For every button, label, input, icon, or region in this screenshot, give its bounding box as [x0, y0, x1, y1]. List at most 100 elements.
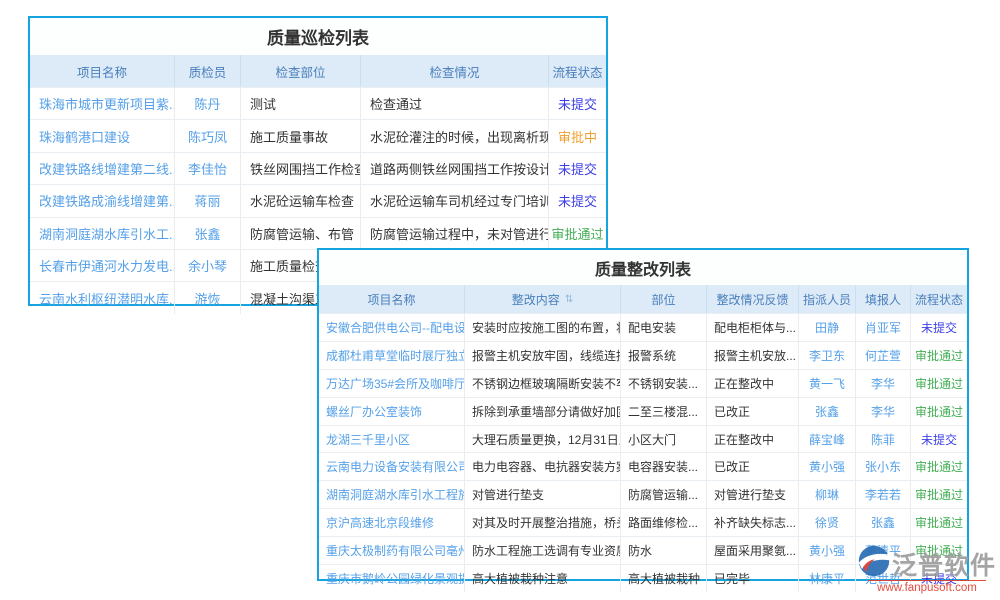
status-badge: 审批通过	[911, 453, 967, 480]
status-badge: 未提交	[549, 153, 606, 184]
project-link[interactable]: 云南水利枢纽潜明水库...	[30, 282, 175, 313]
part-cell: 防腐管运输、布管	[241, 218, 361, 249]
part-cell: 二至三楼混...	[621, 398, 707, 425]
assignee-link[interactable]: 李卫东	[799, 342, 856, 369]
assignee-link[interactable]: 黄一飞	[799, 370, 856, 397]
part-cell: 施工质量事故	[241, 120, 361, 151]
assignee-link[interactable]: 徐贤	[799, 509, 856, 536]
part-cell: 配电安装	[621, 314, 707, 341]
status-badge: 未提交	[911, 426, 967, 453]
situation-cell: 检查通过	[361, 88, 549, 119]
sort-icon[interactable]: ⇅	[565, 294, 573, 305]
feedback-cell: 报警主机安放...	[707, 342, 799, 369]
content-cell: 电力电容器、电抗器安装方案,...	[465, 453, 621, 480]
project-link[interactable]: 湖南洞庭湖水库引水工程施工标	[319, 481, 465, 508]
table-row: 万达广场35#会所及咖啡厅空...不锈钢边框玻璃隔断安装不牢...不锈钢安装..…	[319, 369, 967, 397]
project-link[interactable]: 安徽合肥供电公司--配电设备...	[319, 314, 465, 341]
header-situation: 检查情况	[361, 55, 549, 87]
project-link[interactable]: 珠海鹤港口建设	[30, 120, 175, 151]
reporter-link[interactable]: 李华	[856, 398, 911, 425]
project-link[interactable]: 重庆太极制药有限公司亳州中...	[319, 537, 465, 564]
assignee-link[interactable]: 柳琳	[799, 481, 856, 508]
assignee-link[interactable]: 薛宝峰	[799, 426, 856, 453]
assignee-link[interactable]: 黄小强	[799, 453, 856, 480]
part-cell: 报警系统	[621, 342, 707, 369]
feedback-cell: 正在整改中	[707, 370, 799, 397]
table-row: 珠海市城市更新项目紫...陈丹测试检查通过未提交	[30, 87, 606, 119]
inspector-link[interactable]: 游恢	[175, 282, 241, 313]
feedback-cell: 正在整改中	[707, 426, 799, 453]
header-status: 流程状态	[549, 55, 606, 87]
status-badge: 审批通过	[911, 481, 967, 508]
inspector-link[interactable]: 余小琴	[175, 250, 241, 281]
inspector-link[interactable]: 李佳怡	[175, 153, 241, 184]
assignee-link[interactable]: 田静	[799, 314, 856, 341]
table-row: 珠海鹤港口建设陈巧凤施工质量事故水泥砼灌注的时候，出现离析现象审批中	[30, 119, 606, 151]
status-badge: 未提交	[549, 88, 606, 119]
inspector-link[interactable]: 陈巧凤	[175, 120, 241, 151]
project-link[interactable]: 万达广场35#会所及咖啡厅空...	[319, 370, 465, 397]
feedback-cell: 已完毕	[707, 565, 799, 592]
status-badge: 未提交	[911, 314, 967, 341]
project-link[interactable]: 珠海市城市更新项目紫...	[30, 88, 175, 119]
rectification-table-title: 质量整改列表	[319, 250, 967, 285]
project-link[interactable]: 重庆市鹅岭公园绿化景观提升...	[319, 565, 465, 592]
status-badge: 审批通过	[911, 398, 967, 425]
project-link[interactable]: 螺丝厂办公室装饰	[319, 398, 465, 425]
table-row: 云南电力设备安装有限公司20...电力电容器、电抗器安装方案,...电容器安装.…	[319, 452, 967, 480]
part-cell: 电容器安装...	[621, 453, 707, 480]
table-row: 湖南洞庭湖水库引水工...张鑫防腐管运输、布管防腐管运输过程中，未对管进行...…	[30, 217, 606, 249]
header-part: 部位	[621, 285, 707, 313]
assignee-link[interactable]: 张鑫	[799, 398, 856, 425]
content-cell: 防水工程施工选调有专业资质...	[465, 537, 621, 564]
part-cell: 铁丝网围挡工作检查	[241, 153, 361, 184]
table-row: 螺丝厂办公室装饰拆除到承重墙部分请做好加固...二至三楼混...已改正张鑫李华审…	[319, 397, 967, 425]
project-link[interactable]: 长春市伊通河水力发电...	[30, 250, 175, 281]
project-link[interactable]: 湖南洞庭湖水库引水工...	[30, 218, 175, 249]
status-badge: 审批中	[549, 120, 606, 151]
project-link[interactable]: 京沪高速北京段维修	[319, 509, 465, 536]
situation-cell: 水泥砼灌注的时候，出现离析现象	[361, 120, 549, 151]
feedback-cell: 配电柜柜体与...	[707, 314, 799, 341]
table-row: 湖南洞庭湖水库引水工程施工标对管进行垫支防腐管运输...对管进行垫支柳琳李若若审…	[319, 480, 967, 508]
feedback-cell: 补齐缺失标志...	[707, 509, 799, 536]
part-cell: 防腐管运输...	[621, 481, 707, 508]
project-link[interactable]: 改建铁路线增建第二线...	[30, 153, 175, 184]
content-cell: 报警主机安放牢固，线缆连接...	[465, 342, 621, 369]
fanpu-logo-icon	[858, 545, 890, 582]
reporter-link[interactable]: 肖亚军	[856, 314, 911, 341]
header-inspector: 质检员	[175, 55, 241, 87]
project-link[interactable]: 云南电力设备安装有限公司20...	[319, 453, 465, 480]
project-link[interactable]: 成都杜甫草堂临时展厅独立展...	[319, 342, 465, 369]
status-badge: 未提交	[549, 185, 606, 216]
inspector-link[interactable]: 张鑫	[175, 218, 241, 249]
inspector-link[interactable]: 陈丹	[175, 88, 241, 119]
project-link[interactable]: 改建铁路成渝线增建第...	[30, 185, 175, 216]
fanpu-watermark: 泛普软件 www.fanpusoft.com	[858, 545, 998, 594]
part-cell: 测试	[241, 88, 361, 119]
situation-cell: 道路两侧铁丝网围挡工作按设计...	[361, 153, 549, 184]
part-cell: 高大植被栽种	[621, 565, 707, 592]
reporter-link[interactable]: 张鑫	[856, 509, 911, 536]
project-link[interactable]: 龙湖三千里小区	[319, 426, 465, 453]
header-reporter: 填报人	[856, 285, 911, 313]
reporter-link[interactable]: 李若若	[856, 481, 911, 508]
table-row: 成都杜甫草堂临时展厅独立展...报警主机安放牢固，线缆连接...报警系统报警主机…	[319, 341, 967, 369]
reporter-link[interactable]: 李华	[856, 370, 911, 397]
assignee-link[interactable]: 黄小强	[799, 537, 856, 564]
status-badge: 审批通过	[911, 370, 967, 397]
header-assignee: 指派人员	[799, 285, 856, 313]
assignee-link[interactable]: 林康平	[799, 565, 856, 592]
reporter-link[interactable]: 陈菲	[856, 426, 911, 453]
feedback-cell: 对管进行垫支	[707, 481, 799, 508]
part-cell: 防水	[621, 537, 707, 564]
part-cell: 不锈钢安装...	[621, 370, 707, 397]
feedback-cell: 已改正	[707, 453, 799, 480]
status-badge: 审批通过	[549, 218, 606, 249]
inspector-link[interactable]: 蒋丽	[175, 185, 241, 216]
rectification-table-card: 质量整改列表 项目名称整改内容⇅部位整改情况反馈指派人员填报人流程状态 安徽合肥…	[317, 248, 969, 581]
reporter-link[interactable]: 张小东	[856, 453, 911, 480]
content-cell: 拆除到承重墙部分请做好加固...	[465, 398, 621, 425]
reporter-link[interactable]: 何芷萱	[856, 342, 911, 369]
table-row: 改建铁路线增建第二线...李佳怡铁丝网围挡工作检查道路两侧铁丝网围挡工作按设计.…	[30, 152, 606, 184]
